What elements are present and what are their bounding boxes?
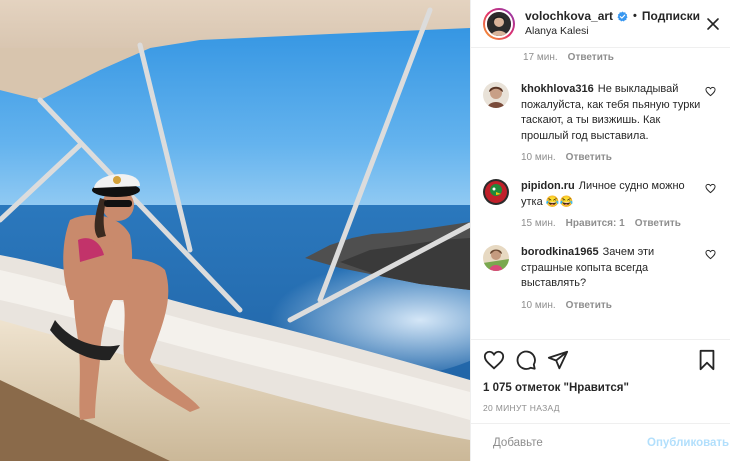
reply-button[interactable]: Ответить (566, 152, 612, 163)
reply-button[interactable]: Ответить (635, 218, 681, 229)
commenter-username[interactable]: khokhlova316 (521, 83, 594, 95)
comment-time: 10 мин. (521, 152, 556, 163)
comment-item: khokhlova316 Не выкладывай пожалуйста, ка… (483, 82, 716, 163)
following-button[interactable]: Подписки (642, 9, 700, 24)
comment-item: borodkina1965 Зачем эти страшные копыта в… (483, 245, 716, 311)
post-photo[interactable] (0, 0, 470, 461)
instagram-post: volochkova_art • Подписки Alanya Kalesi … (0, 0, 730, 461)
share-send-icon[interactable] (547, 349, 569, 371)
commenter-username[interactable]: borodkina1965 (521, 246, 599, 258)
reply-button[interactable]: Ответить (568, 52, 614, 63)
comment-item: pipidon.ru Личное судно можно утка 😂😂 15 … (483, 179, 716, 229)
post-header: volochkova_art • Подписки Alanya Kalesi (471, 0, 730, 48)
comment-like-icon[interactable] (705, 86, 716, 97)
commenter-username[interactable]: pipidon.ru (521, 180, 575, 192)
comments-list[interactable]: 17 мин. Ответить khokhlova316 Не выкладыв… (471, 48, 730, 339)
author-avatar[interactable] (483, 7, 515, 40)
comment-bubble-icon[interactable] (515, 349, 537, 371)
close-icon[interactable] (706, 17, 720, 31)
bookmark-save-icon[interactable] (696, 349, 718, 371)
comment-time: 10 мин. (521, 299, 556, 311)
post-side-panel: volochkova_art • Подписки Alanya Kalesi … (470, 0, 730, 461)
comment-like-icon[interactable] (705, 249, 716, 260)
post-location[interactable]: Alanya Kalesi (525, 24, 706, 39)
commenter-avatar[interactable] (483, 179, 509, 205)
add-comment-bar: Опубликовать (471, 423, 730, 461)
post-date[interactable]: 20 МИНУТ НАЗАД (483, 403, 718, 413)
comment-likes-count[interactable]: Нравится: 1 (566, 218, 625, 229)
verified-badge-icon (617, 10, 628, 22)
comment-input[interactable] (493, 436, 647, 449)
publish-button[interactable]: Опубликовать (647, 437, 729, 449)
commenter-avatar[interactable] (483, 82, 509, 108)
commenter-avatar[interactable] (483, 245, 509, 271)
like-heart-icon[interactable] (483, 349, 505, 371)
comment-time: 15 мин. (521, 218, 556, 229)
author-username[interactable]: volochkova_art (525, 9, 613, 24)
comment-like-icon[interactable] (705, 183, 716, 194)
post-actions: 1 075 отметок "Нравится" 20 МИНУТ НАЗАД (471, 339, 730, 423)
previous-comment-meta: 17 мин. Ответить (483, 48, 716, 66)
separator-dot: • (633, 9, 637, 22)
likes-count[interactable]: 1 075 отметок "Нравится" (483, 382, 718, 394)
comment-time: 17 мин. (523, 51, 558, 63)
reply-button[interactable]: Ответить (566, 300, 612, 311)
